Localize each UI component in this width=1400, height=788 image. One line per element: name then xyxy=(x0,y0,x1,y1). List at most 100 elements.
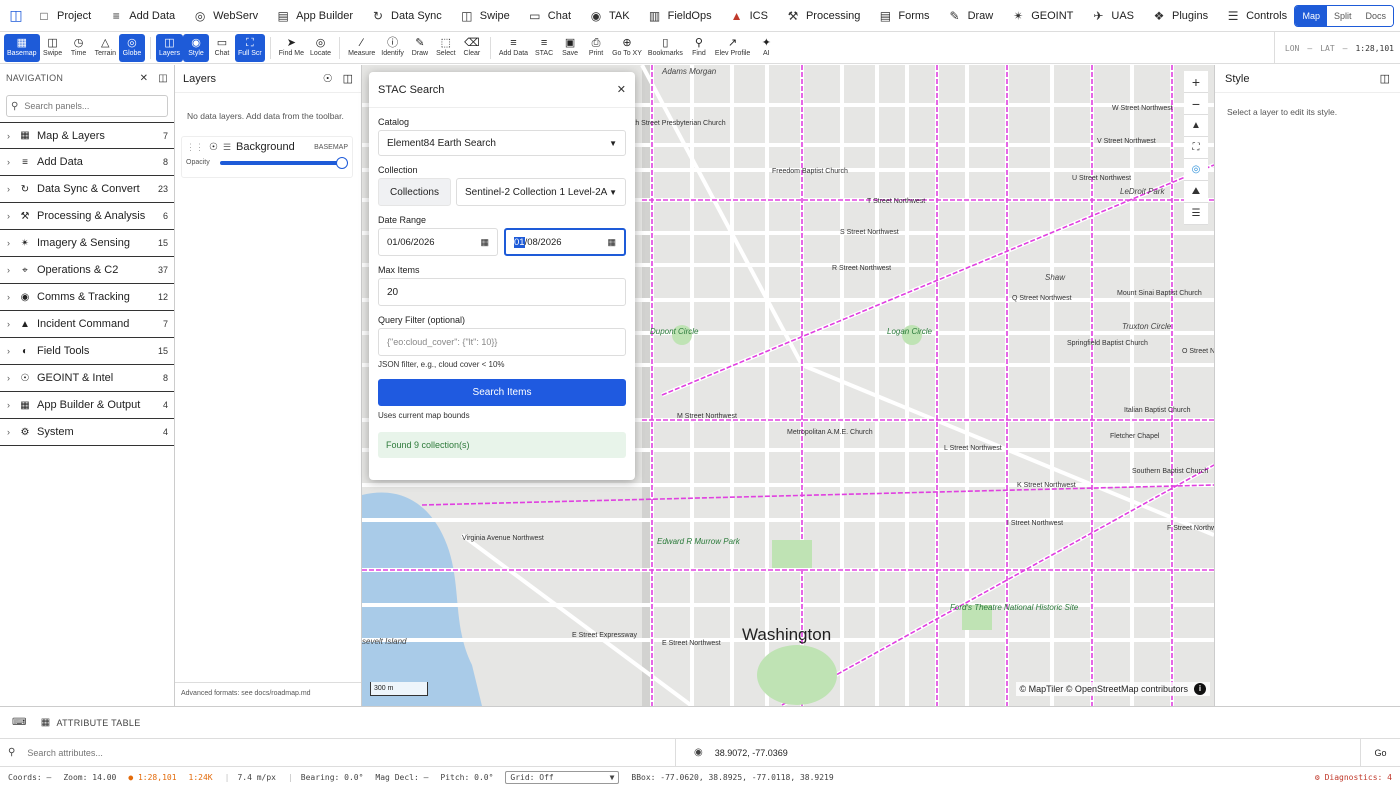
menu-swipe[interactable]: ◫ Swipe xyxy=(451,0,519,32)
menu-app-builder[interactable]: ▤ App Builder xyxy=(267,0,362,32)
collection-select[interactable]: Sentinel-2 Collection 1 Level-2A ▼ xyxy=(456,178,626,206)
menu-data-sync[interactable]: ↻ Data Sync xyxy=(362,0,451,32)
toolbar-bookmarks-button[interactable]: ▯ Bookmarks xyxy=(645,34,686,62)
max-items-input[interactable]: 20 xyxy=(378,278,626,306)
toolbar-layers-button[interactable]: ◫ Layers xyxy=(155,33,183,62)
view-docs-button[interactable]: Docs xyxy=(1358,6,1393,26)
menu-plugins[interactable]: ❖ Plugins xyxy=(1143,0,1217,32)
toolbar-ai-button[interactable]: ✦ AI xyxy=(753,34,779,62)
end-date-input[interactable]: 01/08/2026 ▦ xyxy=(504,228,626,256)
nav-item-data-sync-convert[interactable]: › ↻ Data Sync & Convert 23 xyxy=(0,176,174,203)
nav-item-map-layers[interactable]: › ▦ Map & Layers 7 xyxy=(0,122,174,149)
menu-ics[interactable]: ▲ ICS xyxy=(721,0,777,32)
nav-item-app-builder-output[interactable]: › ▦ App Builder & Output 4 xyxy=(0,392,174,419)
menu-add-data[interactable]: ≡ Add Data xyxy=(100,0,184,32)
search-items-button[interactable]: Search Items xyxy=(378,379,626,406)
nav-item-add-data[interactable]: › ≡ Add Data 8 xyxy=(0,149,174,176)
close-icon[interactable]: ✕ xyxy=(140,73,149,84)
menu-webserv[interactable]: ◎ WebServ xyxy=(184,0,267,32)
collapse-panel-icon[interactable]: ◫ xyxy=(1380,72,1390,85)
diagnostics-indicator[interactable]: ⚙ Diagnostics: 4 xyxy=(1315,773,1392,782)
calendar-icon[interactable]: ▦ xyxy=(480,237,489,248)
grid-select[interactable]: Grid: Off ▼ xyxy=(505,771,620,784)
menu-tak[interactable]: ◉ TAK xyxy=(580,0,639,32)
collapse-panel-icon[interactable]: ◫ xyxy=(343,72,353,85)
catalog-select[interactable]: Element84 Earth Search ▼ xyxy=(378,130,626,156)
toolbar-add-data-button[interactable]: ≡ Add Data xyxy=(496,34,531,62)
toolbar-elev-profile-button[interactable]: ↗ Elev Profile xyxy=(712,34,753,62)
menu-geoint[interactable]: ✴ GEOINT xyxy=(1002,0,1082,32)
calendar-icon[interactable]: ▦ xyxy=(607,237,616,248)
close-icon[interactable]: ✕ xyxy=(617,83,626,96)
menu-draw[interactable]: ✎ Draw xyxy=(939,0,1003,32)
toolbar-select-button[interactable]: ⬚ Select xyxy=(433,34,459,62)
collections-button[interactable]: Collections xyxy=(378,178,451,206)
view-map-button[interactable]: Map xyxy=(1295,6,1327,26)
map-label: O Street Northwest xyxy=(1182,348,1214,355)
compass-north-icon[interactable]: ▲ xyxy=(1184,115,1208,137)
toolbar-clear-button[interactable]: ⌫ Clear xyxy=(459,34,485,62)
app-logo-icon[interactable]: ◫ xyxy=(4,4,28,28)
opacity-slider-knob[interactable] xyxy=(336,156,348,169)
toolbar-identify-button[interactable]: ⓘ Identify xyxy=(378,34,407,62)
panel-search-input[interactable] xyxy=(24,101,145,111)
menu-uas[interactable]: ✈ UAS xyxy=(1082,0,1143,32)
toolbar-terrain-button[interactable]: △ Terrain xyxy=(92,34,119,62)
keyboard-icon[interactable]: ⌨ xyxy=(12,717,27,728)
nav-item-system[interactable]: › ⚙ System 4 xyxy=(0,419,174,446)
toolbar-chat-button[interactable]: ▭ Chat xyxy=(209,34,235,62)
toolbar-basemap-button[interactable]: ▦ Basemap xyxy=(4,33,40,62)
drag-handle-icon[interactable]: ⋮⋮ xyxy=(186,142,204,153)
nav-item-incident-command[interactable]: › ▲ Incident Command 7 xyxy=(0,311,174,338)
nav-item-geoint-intel[interactable]: › ☉ GEOINT & Intel 8 xyxy=(0,365,174,392)
location-input[interactable]: ◉ 38.9072, -77.0369 xyxy=(676,739,1360,767)
compass-icon: ◐ xyxy=(21,345,29,357)
toolbar-draw-button[interactable]: ✎ Draw xyxy=(407,34,433,62)
lon-label: LON xyxy=(1284,43,1300,53)
collapse-panel-icon[interactable]: ◫ xyxy=(158,73,168,84)
toolbar-find-me-button[interactable]: ➤ Find Me xyxy=(276,34,307,62)
toolbar-go-to-xy-button[interactable]: ⊕ Go To XY xyxy=(609,34,645,62)
attribute-table-bar[interactable]: ⌨ ▦ ATTRIBUTE TABLE xyxy=(0,706,1400,739)
terrain-icon[interactable]: ⛰ xyxy=(1184,181,1208,203)
info-icon[interactable]: i xyxy=(1194,683,1206,695)
query-filter-input[interactable]: {"eo:cloud_cover": {"lt": 10}} xyxy=(378,328,626,356)
toolbar-time-button[interactable]: ◷ Time xyxy=(66,34,92,62)
globe-icon[interactable]: ◎ xyxy=(1184,159,1208,181)
search-result-message: Found 9 collection(s) xyxy=(378,432,626,458)
nav-item-operations-c2[interactable]: › ⌖ Operations & C2 37 xyxy=(0,257,174,284)
database-icon: ≡ xyxy=(22,156,28,168)
menu-fieldops[interactable]: ▥ FieldOps xyxy=(639,0,721,32)
eye-icon[interactable]: ☉ xyxy=(323,72,333,85)
start-date-input[interactable]: 01/06/2026 ▦ xyxy=(378,228,498,256)
view-split-button[interactable]: Split xyxy=(1326,6,1359,26)
toolbar-locate-button[interactable]: ◎ Locate xyxy=(307,34,334,62)
zoom-out-button[interactable]: − xyxy=(1184,93,1208,115)
nav-item-field-tools[interactable]: › ◐ Field Tools 15 xyxy=(0,338,174,365)
fullscreen-icon[interactable]: ⛶ xyxy=(1184,137,1208,159)
nav-item-imagery-sensing[interactable]: › ✴ Imagery & Sensing 15 xyxy=(0,230,174,257)
layers-empty-text: No data layers. Add data from the toolba… xyxy=(187,111,344,121)
zoom-in-button[interactable]: + xyxy=(1184,71,1208,93)
toolbar-save-button[interactable]: ▣ Save xyxy=(557,34,583,62)
toolbar-style-button[interactable]: ◉ Style xyxy=(183,33,209,62)
toolbar-find-button[interactable]: ⚲ Find xyxy=(686,34,712,62)
toolbar-full-scr-button[interactable]: ⛶ Full Scr xyxy=(235,33,265,62)
layers-stack-icon[interactable]: ☰ xyxy=(1184,203,1208,225)
menu-forms[interactable]: ▤ Forms xyxy=(869,0,938,32)
menu-project[interactable]: □ Project xyxy=(28,0,100,32)
nav-item-processing-analysis[interactable]: › ⚒ Processing & Analysis 6 xyxy=(0,203,174,230)
toolbar-print-button[interactable]: ⎙ Print xyxy=(583,34,609,62)
go-button[interactable]: Go xyxy=(1360,738,1400,767)
menu-controls[interactable]: ☰ Controls xyxy=(1217,0,1296,32)
toolbar-stac-button[interactable]: ≡ STAC xyxy=(531,34,557,62)
eye-icon[interactable]: ☉ xyxy=(209,142,218,153)
attribute-search-input[interactable] xyxy=(27,747,328,758)
menu-chat[interactable]: ▭ Chat xyxy=(519,0,580,32)
menu-processing[interactable]: ⚒ Processing xyxy=(777,0,869,32)
toolbar-swipe-button[interactable]: ◫ Swipe xyxy=(40,34,66,62)
opacity-slider[interactable] xyxy=(220,156,348,169)
nav-item-comms-tracking[interactable]: › ◉ Comms & Tracking 12 xyxy=(0,284,174,311)
toolbar-globe-button[interactable]: ◎ Globe xyxy=(118,33,145,62)
toolbar-measure-button[interactable]: ∕ Measure xyxy=(345,34,378,62)
